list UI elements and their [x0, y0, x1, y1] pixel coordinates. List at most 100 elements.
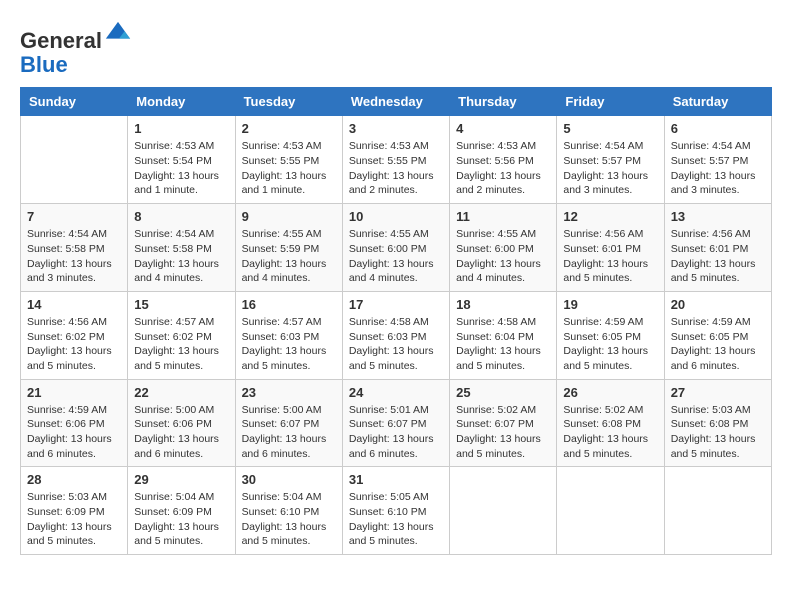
- calendar-week-row: 21Sunrise: 4:59 AMSunset: 6:06 PMDayligh…: [21, 379, 772, 467]
- calendar-cell: 21Sunrise: 4:59 AMSunset: 6:06 PMDayligh…: [21, 379, 128, 467]
- day-info: Sunrise: 4:55 AMSunset: 6:00 PMDaylight:…: [456, 227, 550, 286]
- calendar-cell: 14Sunrise: 4:56 AMSunset: 6:02 PMDayligh…: [21, 291, 128, 379]
- calendar-cell: 10 Sunrise: 4:55 AMSunset: 6:00 PMDayligh…: [342, 204, 449, 292]
- calendar-cell: 9 Sunrise: 4:55 AMSunset: 5:59 PMDaylight…: [235, 204, 342, 292]
- weekday-header-sunday: Sunday: [21, 88, 128, 116]
- day-info: Sunrise: 4:54 AMSunset: 5:58 PMDaylight:…: [27, 227, 121, 286]
- day-info: Sunrise: 4:53 AMSunset: 5:54 PMDaylight:…: [134, 139, 228, 198]
- calendar-cell: 3 Sunrise: 4:53 AMSunset: 5:55 PMDaylight…: [342, 116, 449, 204]
- calendar-week-row: 7 Sunrise: 4:54 AMSunset: 5:58 PMDaylight…: [21, 204, 772, 292]
- day-number: 9: [242, 209, 336, 224]
- calendar-cell: 11 Sunrise: 4:55 AMSunset: 6:00 PMDayligh…: [450, 204, 557, 292]
- calendar-week-row: 1Sunrise: 4:53 AMSunset: 5:54 PMDaylight…: [21, 116, 772, 204]
- day-number: 22: [134, 385, 228, 400]
- calendar-cell: 16Sunrise: 4:57 AMSunset: 6:03 PMDayligh…: [235, 291, 342, 379]
- day-info: Sunrise: 4:58 AMSunset: 6:03 PMDaylight:…: [349, 315, 443, 374]
- day-number: 16: [242, 297, 336, 312]
- calendar-cell: 20 Sunrise: 4:59 AMSunset: 6:05 PMDayligh…: [664, 291, 771, 379]
- day-number: 12: [563, 209, 657, 224]
- day-info: Sunrise: 5:04 AMSunset: 6:09 PMDaylight:…: [134, 490, 228, 549]
- logo-general-text: General: [20, 28, 102, 53]
- day-info: Sunrise: 4:56 AMSunset: 6:01 PMDaylight:…: [671, 227, 765, 286]
- logo: General Blue: [20, 20, 132, 77]
- day-number: 30: [242, 472, 336, 487]
- day-number: 3: [349, 121, 443, 136]
- day-number: 4: [456, 121, 550, 136]
- day-number: 27: [671, 385, 765, 400]
- day-number: 25: [456, 385, 550, 400]
- day-number: 21: [27, 385, 121, 400]
- page-header: General Blue: [20, 20, 772, 77]
- day-info: Sunrise: 4:55 AMSunset: 6:00 PMDaylight:…: [349, 227, 443, 286]
- day-number: 6: [671, 121, 765, 136]
- day-info: Sunrise: 4:59 AMSunset: 6:05 PMDaylight:…: [563, 315, 657, 374]
- day-info: Sunrise: 5:04 AMSunset: 6:10 PMDaylight:…: [242, 490, 336, 549]
- calendar-cell: [450, 467, 557, 555]
- day-info: Sunrise: 5:05 AMSunset: 6:10 PMDaylight:…: [349, 490, 443, 549]
- calendar-cell: 12 Sunrise: 4:56 AMSunset: 6:01 PMDayligh…: [557, 204, 664, 292]
- calendar-cell: 27 Sunrise: 5:03 AMSunset: 6:08 PMDayligh…: [664, 379, 771, 467]
- calendar-table: SundayMondayTuesdayWednesdayThursdayFrid…: [20, 87, 772, 555]
- day-info: Sunrise: 4:54 AMSunset: 5:57 PMDaylight:…: [563, 139, 657, 198]
- calendar-cell: 31Sunrise: 5:05 AMSunset: 6:10 PMDayligh…: [342, 467, 449, 555]
- calendar-cell: 18Sunrise: 4:58 AMSunset: 6:04 PMDayligh…: [450, 291, 557, 379]
- calendar-cell: 15Sunrise: 4:57 AMSunset: 6:02 PMDayligh…: [128, 291, 235, 379]
- logo-icon: [104, 20, 132, 48]
- day-info: Sunrise: 4:59 AMSunset: 6:05 PMDaylight:…: [671, 315, 765, 374]
- day-number: 7: [27, 209, 121, 224]
- weekday-header-row: SundayMondayTuesdayWednesdayThursdayFrid…: [21, 88, 772, 116]
- calendar-cell: 23Sunrise: 5:00 AMSunset: 6:07 PMDayligh…: [235, 379, 342, 467]
- calendar-cell: 4Sunrise: 4:53 AMSunset: 5:56 PMDaylight…: [450, 116, 557, 204]
- calendar-cell: 25 Sunrise: 5:02 AMSunset: 6:07 PMDayligh…: [450, 379, 557, 467]
- calendar-week-row: 28Sunrise: 5:03 AMSunset: 6:09 PMDayligh…: [21, 467, 772, 555]
- calendar-cell: 2 Sunrise: 4:53 AMSunset: 5:55 PMDaylight…: [235, 116, 342, 204]
- weekday-header-tuesday: Tuesday: [235, 88, 342, 116]
- day-info: Sunrise: 4:54 AMSunset: 5:58 PMDaylight:…: [134, 227, 228, 286]
- day-number: 2: [242, 121, 336, 136]
- day-info: Sunrise: 4:57 AMSunset: 6:02 PMDaylight:…: [134, 315, 228, 374]
- calendar-cell: 29 Sunrise: 5:04 AMSunset: 6:09 PMDayligh…: [128, 467, 235, 555]
- day-number: 18: [456, 297, 550, 312]
- calendar-cell: 24Sunrise: 5:01 AMSunset: 6:07 PMDayligh…: [342, 379, 449, 467]
- logo-blue-text: Blue: [20, 52, 68, 77]
- calendar-cell: [664, 467, 771, 555]
- calendar-cell: 5Sunrise: 4:54 AMSunset: 5:57 PMDaylight…: [557, 116, 664, 204]
- day-info: Sunrise: 4:56 AMSunset: 6:01 PMDaylight:…: [563, 227, 657, 286]
- day-number: 14: [27, 297, 121, 312]
- day-number: 8: [134, 209, 228, 224]
- day-number: 26: [563, 385, 657, 400]
- day-info: Sunrise: 5:00 AMSunset: 6:06 PMDaylight:…: [134, 403, 228, 462]
- day-info: Sunrise: 4:53 AMSunset: 5:55 PMDaylight:…: [242, 139, 336, 198]
- weekday-header-wednesday: Wednesday: [342, 88, 449, 116]
- weekday-header-monday: Monday: [128, 88, 235, 116]
- calendar-cell: 22 Sunrise: 5:00 AMSunset: 6:06 PMDayligh…: [128, 379, 235, 467]
- day-number: 11: [456, 209, 550, 224]
- day-info: Sunrise: 4:53 AMSunset: 5:55 PMDaylight:…: [349, 139, 443, 198]
- day-number: 19: [563, 297, 657, 312]
- day-info: Sunrise: 5:02 AMSunset: 6:08 PMDaylight:…: [563, 403, 657, 462]
- calendar-cell: 1Sunrise: 4:53 AMSunset: 5:54 PMDaylight…: [128, 116, 235, 204]
- day-info: Sunrise: 5:01 AMSunset: 6:07 PMDaylight:…: [349, 403, 443, 462]
- weekday-header-friday: Friday: [557, 88, 664, 116]
- calendar-cell: 13 Sunrise: 4:56 AMSunset: 6:01 PMDayligh…: [664, 204, 771, 292]
- calendar-cell: [557, 467, 664, 555]
- day-number: 20: [671, 297, 765, 312]
- calendar-cell: 7 Sunrise: 4:54 AMSunset: 5:58 PMDaylight…: [21, 204, 128, 292]
- day-info: Sunrise: 5:02 AMSunset: 6:07 PMDaylight:…: [456, 403, 550, 462]
- day-info: Sunrise: 5:00 AMSunset: 6:07 PMDaylight:…: [242, 403, 336, 462]
- day-info: Sunrise: 5:03 AMSunset: 6:09 PMDaylight:…: [27, 490, 121, 549]
- calendar-cell: 26 Sunrise: 5:02 AMSunset: 6:08 PMDayligh…: [557, 379, 664, 467]
- weekday-header-saturday: Saturday: [664, 88, 771, 116]
- calendar-week-row: 14Sunrise: 4:56 AMSunset: 6:02 PMDayligh…: [21, 291, 772, 379]
- calendar-cell: 19 Sunrise: 4:59 AMSunset: 6:05 PMDayligh…: [557, 291, 664, 379]
- day-number: 17: [349, 297, 443, 312]
- calendar-cell: 17 Sunrise: 4:58 AMSunset: 6:03 PMDayligh…: [342, 291, 449, 379]
- day-info: Sunrise: 5:03 AMSunset: 6:08 PMDaylight:…: [671, 403, 765, 462]
- day-number: 13: [671, 209, 765, 224]
- day-info: Sunrise: 4:54 AMSunset: 5:57 PMDaylight:…: [671, 139, 765, 198]
- calendar-cell: 8 Sunrise: 4:54 AMSunset: 5:58 PMDaylight…: [128, 204, 235, 292]
- calendar-cell: 6 Sunrise: 4:54 AMSunset: 5:57 PMDaylight…: [664, 116, 771, 204]
- day-info: Sunrise: 4:55 AMSunset: 5:59 PMDaylight:…: [242, 227, 336, 286]
- day-number: 29: [134, 472, 228, 487]
- day-number: 10: [349, 209, 443, 224]
